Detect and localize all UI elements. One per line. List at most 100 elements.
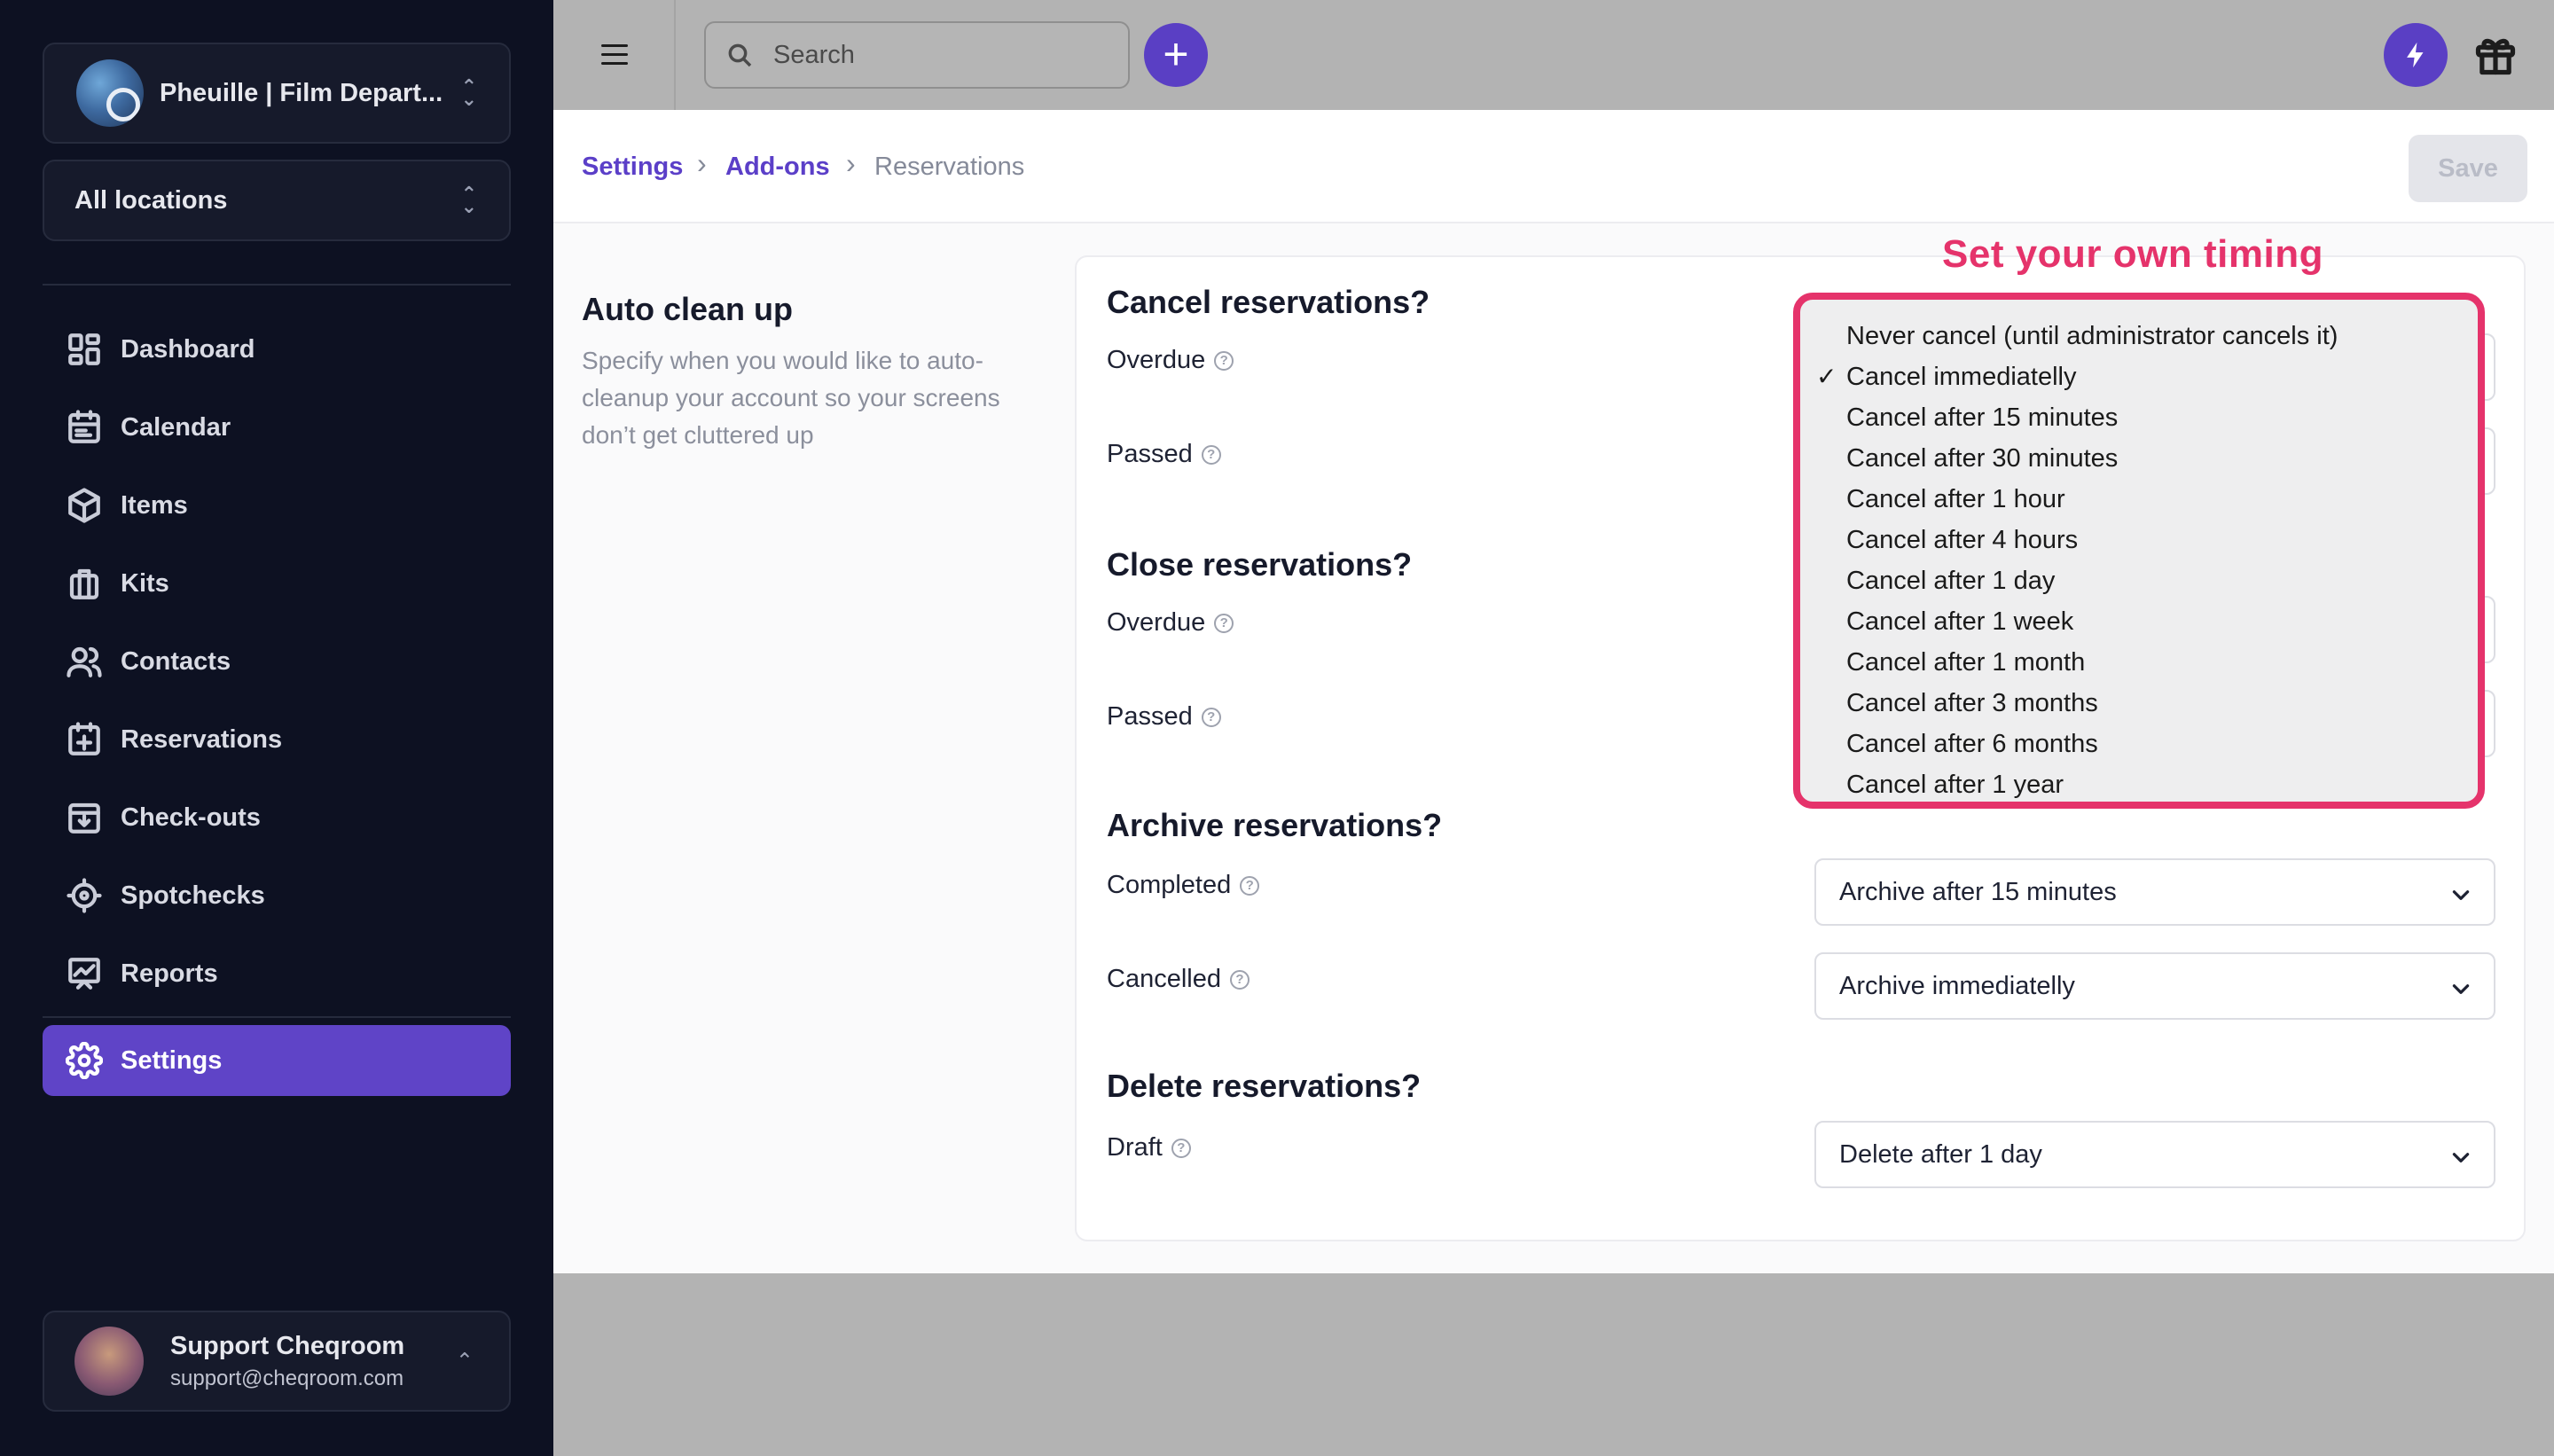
sidebar-item-label: Dashboard <box>121 334 255 364</box>
sidebar-item-items[interactable]: Items <box>43 470 511 541</box>
dropdown-option[interactable]: Cancel after 1 week <box>1800 601 2478 642</box>
dropdown-option[interactable]: Never cancel (until administrator cancel… <box>1800 316 2478 356</box>
gift-button[interactable] <box>2472 32 2519 78</box>
help-icon[interactable]: ? <box>1240 875 1260 896</box>
quick-actions-button[interactable] <box>2384 23 2448 87</box>
close-overdue-label: Overdue? <box>1107 608 1234 638</box>
topbar-divider <box>674 0 676 110</box>
dropdown-option[interactable]: Cancel after 1 month <box>1800 642 2478 683</box>
location-switcher[interactable]: All locations ⌃ ⌄ <box>43 160 511 241</box>
help-icon[interactable]: ? <box>1214 613 1234 633</box>
help-icon[interactable]: ? <box>1201 707 1221 727</box>
section-title: Auto clean up <box>582 291 794 327</box>
dropdown-option[interactable]: ✓ Cancel immediatelly <box>1800 356 2478 397</box>
breadcrumb-add-ons[interactable]: Add-ons <box>725 153 830 182</box>
sidebar-item-label: Reports <box>121 959 218 988</box>
archive-cancelled-label: Cancelled? <box>1107 965 1250 994</box>
cancel-passed-label: Passed? <box>1107 440 1221 469</box>
chevron-up-down-icon: ⌃ ⌄ <box>460 75 477 110</box>
cancel-overdue-dropdown-menu: Never cancel (until administrator cancel… <box>1793 293 2485 809</box>
field-label-text: Overdue <box>1107 608 1206 637</box>
sidebar-item-label: Spotchecks <box>121 881 265 910</box>
sidebar-item-contacts[interactable]: Contacts <box>43 626 511 697</box>
sidebar-item-spotchecks[interactable]: Spotchecks <box>43 860 511 931</box>
annotation-callout: Set your own timing <box>1942 232 2323 276</box>
dropdown-option-label: Cancel after 1 day <box>1846 567 2056 595</box>
organization-logo <box>76 59 144 127</box>
archive-cancelled-select[interactable]: Archive immediatelly <box>1814 952 2495 1020</box>
sidebar-item-check-outs[interactable]: Check-outs <box>43 782 511 853</box>
sidebar-item-calendar[interactable]: Calendar <box>43 392 511 463</box>
sidebar-item-kits[interactable]: Kits <box>43 548 511 619</box>
user-menu[interactable]: Support Cheqroom support@cheqroom.com ⌃ <box>43 1311 511 1412</box>
sidebar-item-label: Items <box>121 490 188 520</box>
help-icon[interactable]: ? <box>1214 350 1234 371</box>
dropdown-option-label: Cancel after 1 year <box>1846 771 2064 799</box>
dropdown-option[interactable]: Cancel after 1 day <box>1800 560 2478 601</box>
search-icon <box>728 43 752 67</box>
select-value: Archive immediatelly <box>1839 971 2075 1000</box>
dropdown-option-label: Cancel after 30 minutes <box>1846 444 2119 473</box>
calendar-plus-icon <box>68 722 100 755</box>
dropdown-option[interactable]: Cancel after 30 minutes <box>1800 438 2478 479</box>
delete-draft-label: Draft? <box>1107 1133 1191 1162</box>
menu-icon[interactable] <box>601 44 628 66</box>
help-icon[interactable]: ? <box>1201 444 1221 465</box>
sidebar-item-label: Calendar <box>121 412 231 442</box>
chevron-up-down-icon: ⌃ ⌄ <box>460 183 477 217</box>
user-name: Support Cheqroom <box>170 1331 405 1360</box>
dropdown-option[interactable]: Cancel after 3 months <box>1800 683 2478 724</box>
field-label-text: Completed <box>1107 871 1232 899</box>
box-icon <box>68 488 100 523</box>
chevron-down-icon <box>2452 1153 2470 1162</box>
dropdown-option-label: Cancel after 1 hour <box>1846 485 2065 513</box>
breadcrumb-settings[interactable]: Settings <box>582 153 683 182</box>
dropdown-option[interactable]: Cancel after 1 year <box>1800 764 2478 805</box>
chevron-right-icon: › <box>697 147 707 179</box>
dropdown-option-label: Cancel after 3 months <box>1846 689 2098 717</box>
gift-icon <box>2475 38 2516 75</box>
help-icon[interactable]: ? <box>1171 1138 1191 1158</box>
help-icon[interactable]: ? <box>1229 969 1250 990</box>
save-button[interactable]: Save <box>2409 135 2527 202</box>
add-button[interactable]: + <box>1144 23 1208 87</box>
calendar-icon <box>68 410 100 443</box>
organization-name: Pheuille | Film Depart... <box>160 78 443 107</box>
dropdown-option-label: Cancel after 1 week <box>1846 607 2074 636</box>
cancel-group-title: Cancel reservations? <box>1107 284 1430 320</box>
dropdown-option-label: Cancel after 4 hours <box>1846 526 2079 554</box>
sidebar-item-label: Kits <box>121 568 169 598</box>
sidebar-item-settings[interactable]: Settings <box>43 1025 511 1096</box>
users-icon <box>67 646 102 677</box>
sidebar-item-reports[interactable]: Reports <box>43 938 511 1009</box>
organization-switcher[interactable]: Pheuille | Film Depart... ⌃ ⌄ <box>43 43 511 144</box>
chevron-down-icon <box>2452 984 2470 994</box>
dropdown-option[interactable]: Cancel after 6 months <box>1800 724 2478 764</box>
section-description: Specify when you would like to auto-clea… <box>582 347 1000 449</box>
delete-draft-select[interactable]: Delete after 1 day <box>1814 1121 2495 1188</box>
field-label-text: Passed <box>1107 440 1193 468</box>
crosshair-icon <box>67 878 102 913</box>
sidebar-item-label: Settings <box>121 1045 223 1075</box>
dropdown-option-label: Cancel immediatelly <box>1846 363 2077 391</box>
search-box <box>704 21 1130 89</box>
sidebar-item-label: Check-outs <box>121 802 261 832</box>
close-passed-label: Passed? <box>1107 702 1221 732</box>
sidebar-item-reservations[interactable]: Reservations <box>43 704 511 775</box>
archive-completed-select[interactable]: Archive after 15 minutes <box>1814 858 2495 926</box>
dropdown-option[interactable]: Cancel after 1 hour <box>1800 479 2478 520</box>
cancel-overdue-label: Overdue? <box>1107 346 1234 375</box>
chevron-right-icon: › <box>846 147 856 179</box>
location-name: All locations <box>74 185 228 215</box>
sidebar-divider <box>43 1016 511 1018</box>
gear-icon <box>66 1042 103 1079</box>
sidebar-item-dashboard[interactable]: Dashboard <box>43 314 511 385</box>
search-input[interactable] <box>773 40 1110 70</box>
dropdown-option[interactable]: Cancel after 15 minutes <box>1800 397 2478 438</box>
select-value: Delete after 1 day <box>1839 1139 2042 1169</box>
dashboard-icon <box>68 333 100 365</box>
chart-board-icon <box>68 958 100 990</box>
field-label-text: Draft <box>1107 1133 1163 1162</box>
dropdown-option[interactable]: Cancel after 4 hours <box>1800 520 2478 560</box>
briefcase-icon <box>69 568 99 599</box>
